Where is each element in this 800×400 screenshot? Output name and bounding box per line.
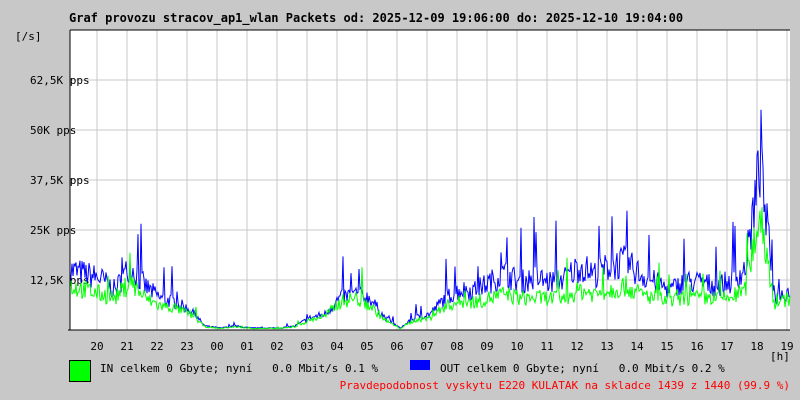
x-axis-unit: [h]	[770, 350, 790, 363]
x-tick-label: 08	[450, 340, 463, 353]
x-tick-label: 23	[180, 340, 193, 353]
y-tick-label: 25K pps	[30, 224, 76, 237]
x-tick-label: 18	[750, 340, 763, 353]
x-tick-label: 14	[630, 340, 644, 353]
x-tick-label: 05	[360, 340, 373, 353]
x-tick-label: 13	[600, 340, 613, 353]
x-tick-label: 22	[150, 340, 163, 353]
x-tick-label: 20	[90, 340, 103, 353]
x-tick-label: 17	[720, 340, 733, 353]
x-tick-label: 21	[120, 340, 133, 353]
x-tick-label: 01	[240, 340, 253, 353]
x-tick-label: 07	[420, 340, 433, 353]
x-tick-label: 12	[570, 340, 583, 353]
x-tick-label: 04	[330, 340, 344, 353]
x-tick-label: 11	[540, 340, 553, 353]
x-tick-label: 15	[660, 340, 673, 353]
x-tick-label: 16	[690, 340, 703, 353]
out-legend-swatch	[410, 360, 430, 370]
y-tick-label: 37,5K pps	[30, 174, 90, 187]
x-tick-label: 06	[390, 340, 403, 353]
in-legend-text: IN celkem 0 Gbyte; nyní 0.0 Mbit/s 0.1 %	[100, 362, 379, 375]
in-legend-swatch	[69, 360, 91, 382]
x-tick-label: 03	[300, 340, 313, 353]
x-tick-label: 09	[480, 340, 493, 353]
x-tick-label: 00	[210, 340, 223, 353]
x-tick-label: 10	[510, 340, 523, 353]
x-tick-label: 02	[270, 340, 283, 353]
y-tick-label: 50K pps	[30, 124, 76, 137]
y-tick-label: 62,5K pps	[30, 74, 90, 87]
plot-area: 20 21 22 23 00 01 02 03 04 05 06 07 08 09 10 11 12 13 14 15…	[30, 29, 794, 353]
out-legend-text: OUT celkem 0 Gbyte; nyní 0.0 Mbit/s 0.2 …	[440, 362, 725, 375]
warning-text: Pravdepodobnost vyskytu E220 KULATAK na …	[339, 379, 790, 392]
traffic-graph: Graf provozu stracov_ap1_wlan Packets od…	[0, 0, 800, 400]
